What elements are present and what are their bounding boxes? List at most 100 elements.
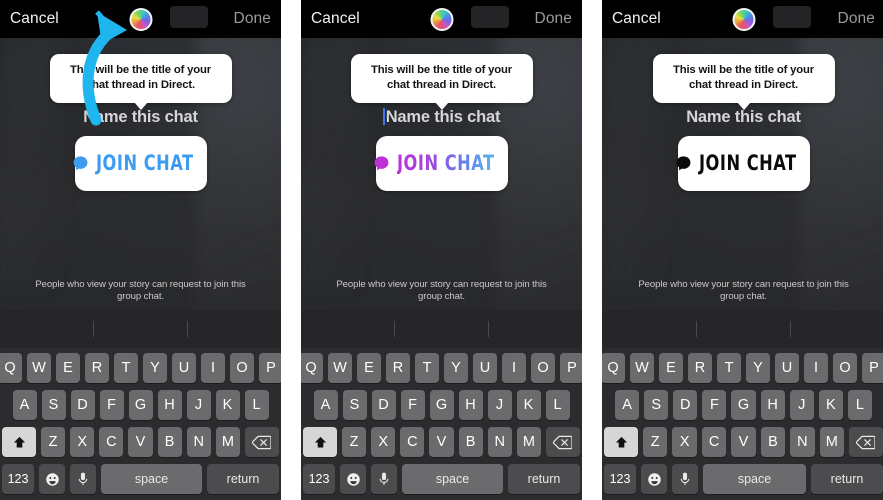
key-z[interactable]: Z [41, 427, 66, 457]
numbers-key[interactable]: 123 [303, 464, 335, 494]
dictation-key[interactable] [70, 464, 96, 494]
done-button[interactable]: Done [234, 10, 271, 28]
key-f[interactable]: F [99, 390, 124, 420]
key-s[interactable]: S [644, 390, 669, 420]
key-h[interactable]: H [157, 390, 182, 420]
key-d[interactable]: D [673, 390, 698, 420]
key-q[interactable]: Q [0, 353, 22, 383]
key-s[interactable]: S [342, 390, 367, 420]
key-h[interactable]: H [458, 390, 483, 420]
key-k[interactable]: K [516, 390, 541, 420]
cancel-button[interactable]: Cancel [10, 10, 59, 28]
key-v[interactable]: V [429, 427, 454, 457]
chat-title-input[interactable]: Name this chat [301, 108, 582, 127]
key-q[interactable]: Q [301, 353, 323, 383]
color-wheel-icon[interactable] [732, 7, 755, 31]
key-v[interactable]: V [731, 427, 756, 457]
key-z[interactable]: Z [643, 427, 668, 457]
key-z[interactable]: Z [342, 427, 367, 457]
numbers-key[interactable]: 123 [604, 464, 636, 494]
key-m[interactable]: M [819, 427, 844, 457]
chat-title-input[interactable]: Name this chat [0, 108, 281, 127]
chat-title-input[interactable]: Name this chat [602, 108, 883, 127]
key-e[interactable]: E [659, 353, 683, 383]
key-a[interactable]: A [615, 390, 640, 420]
done-button[interactable]: Done [838, 10, 875, 28]
shift-key[interactable] [2, 427, 36, 457]
key-d[interactable]: D [70, 390, 95, 420]
key-u[interactable]: U [172, 353, 196, 383]
key-i[interactable]: I [804, 353, 828, 383]
dictation-key[interactable] [672, 464, 698, 494]
key-t[interactable]: T [717, 353, 741, 383]
key-x[interactable]: X [70, 427, 95, 457]
key-j[interactable]: J [186, 390, 211, 420]
return-key[interactable]: return [508, 464, 580, 494]
key-n[interactable]: N [186, 427, 211, 457]
key-p[interactable]: P [560, 353, 582, 383]
key-b[interactable]: B [760, 427, 786, 457]
key-f[interactable]: F [400, 390, 425, 420]
key-t[interactable]: T [114, 353, 138, 383]
color-wheel-icon[interactable] [430, 7, 453, 31]
key-v[interactable]: V [128, 427, 153, 457]
key-e[interactable]: E [56, 353, 80, 383]
key-r[interactable]: R [85, 353, 109, 383]
key-g[interactable]: G [429, 390, 454, 420]
key-n[interactable]: N [487, 427, 512, 457]
key-w[interactable]: W [630, 353, 654, 383]
key-l[interactable]: L [847, 390, 872, 420]
numbers-key[interactable]: 123 [2, 464, 34, 494]
space-key[interactable]: space [402, 464, 503, 494]
key-w[interactable]: W [328, 353, 352, 383]
key-h[interactable]: H [760, 390, 785, 420]
key-m[interactable]: M [516, 427, 541, 457]
key-p[interactable]: P [862, 353, 883, 383]
key-y[interactable]: Y [746, 353, 770, 383]
space-key[interactable]: space [703, 464, 806, 494]
key-j[interactable]: J [789, 390, 814, 420]
key-f[interactable]: F [702, 390, 727, 420]
key-i[interactable]: I [201, 353, 225, 383]
key-j[interactable]: J [487, 390, 512, 420]
key-l[interactable]: L [545, 390, 570, 420]
key-p[interactable]: P [259, 353, 281, 383]
key-k[interactable]: K [215, 390, 240, 420]
key-g[interactable]: G [128, 390, 153, 420]
backspace-key[interactable] [848, 427, 883, 457]
space-key[interactable]: space [101, 464, 202, 494]
key-u[interactable]: U [473, 353, 497, 383]
key-m[interactable]: M [215, 427, 240, 457]
key-l[interactable]: L [244, 390, 269, 420]
suggestion-bar[interactable] [602, 310, 883, 348]
key-a[interactable]: A [12, 390, 37, 420]
key-b[interactable]: B [458, 427, 483, 457]
color-wheel-icon[interactable] [129, 7, 152, 31]
key-b[interactable]: B [157, 427, 182, 457]
key-u[interactable]: U [775, 353, 799, 383]
backspace-key[interactable] [545, 427, 580, 457]
key-q[interactable]: Q [602, 353, 625, 383]
emoji-key[interactable] [340, 464, 366, 494]
backspace-key[interactable] [244, 427, 279, 457]
emoji-key[interactable] [641, 464, 667, 494]
key-o[interactable]: O [230, 353, 254, 383]
suggestion-bar[interactable] [0, 310, 281, 348]
emoji-key[interactable] [39, 464, 65, 494]
key-c[interactable]: C [99, 427, 124, 457]
key-o[interactable]: O [531, 353, 555, 383]
return-key[interactable]: return [811, 464, 883, 494]
join-chat-button[interactable]: JOIN CHAT [73, 136, 207, 191]
key-n[interactable]: N [790, 427, 815, 457]
key-r[interactable]: R [386, 353, 410, 383]
return-key[interactable]: return [207, 464, 279, 494]
key-c[interactable]: C [400, 427, 425, 457]
key-r[interactable]: R [688, 353, 712, 383]
cancel-button[interactable]: Cancel [612, 10, 661, 28]
key-e[interactable]: E [357, 353, 381, 383]
key-w[interactable]: W [27, 353, 51, 383]
key-t[interactable]: T [415, 353, 439, 383]
key-x[interactable]: X [371, 427, 396, 457]
dictation-key[interactable] [371, 464, 397, 494]
key-a[interactable]: A [313, 390, 338, 420]
